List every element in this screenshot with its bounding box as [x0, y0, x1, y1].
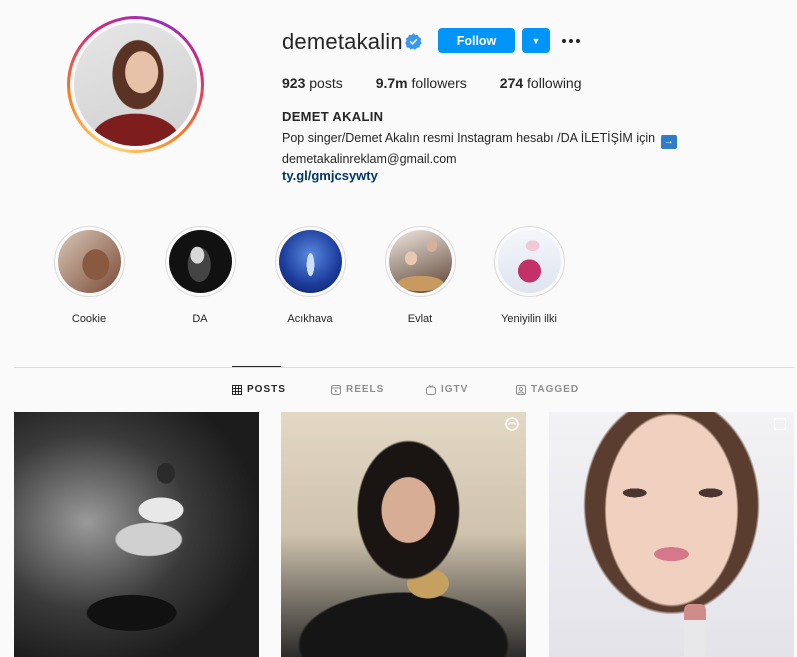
- reels-icon: [331, 384, 341, 395]
- tab-posts[interactable]: POSTS: [232, 384, 286, 395]
- followers-stat[interactable]: 9.7m followers: [376, 75, 467, 91]
- right-arrow-emoji-icon: →: [660, 135, 677, 149]
- profile-bio: Pop singer/Demet Akalın resmi Instagram …: [282, 128, 677, 169]
- reel-indicator-icon: [505, 417, 519, 431]
- posts-stat: 923 posts: [282, 75, 343, 91]
- highlight-da[interactable]: DA: [160, 226, 240, 325]
- posts-count: 923: [282, 75, 306, 91]
- follow-button[interactable]: Follow: [438, 28, 515, 53]
- highlight-cover: [57, 230, 121, 293]
- bio-email: demetakalinreklam@gmail.com: [282, 152, 457, 166]
- highlight-label: Yeniyilin ilki: [501, 313, 557, 325]
- more-options-button[interactable]: [560, 31, 582, 51]
- carousel-indicator-icon: [773, 417, 787, 431]
- tab-label: TAGGED: [531, 384, 580, 395]
- profile-website-link[interactable]: ty.gl/gmjcsywty: [282, 168, 378, 183]
- highlight-evlat[interactable]: Evlat: [380, 226, 460, 325]
- profile-full-name: DEMET AKALIN: [282, 109, 384, 124]
- tab-label: REELS: [346, 384, 385, 395]
- highlight-label: DA: [192, 313, 208, 325]
- tab-reels[interactable]: REELS: [331, 384, 384, 395]
- followers-count: 9.7m: [375, 75, 408, 91]
- post-tile[interactable]: [281, 412, 526, 657]
- highlight-label: Evlat: [407, 313, 433, 325]
- profile-stats: 923 posts 9.7m followers 274 following: [282, 75, 615, 91]
- highlight-label: Acıkhava: [287, 313, 333, 325]
- highlight-ring: [164, 226, 236, 297]
- profile-username: demetakalin: [282, 29, 403, 54]
- tabs-divider: [14, 367, 794, 368]
- more-dot: [576, 39, 580, 43]
- followers-label: followers: [411, 75, 467, 91]
- more-dot: [569, 39, 573, 43]
- highlight-cover: [497, 230, 561, 293]
- tab-label: POSTS: [247, 384, 286, 395]
- tab-tagged[interactable]: TAGGED: [516, 384, 579, 395]
- profile-avatar[interactable]: [67, 16, 204, 153]
- post-tile[interactable]: [14, 412, 259, 657]
- highlight-ring: [274, 226, 346, 297]
- grid-icon: [232, 384, 242, 395]
- active-tab-indicator: [232, 366, 281, 367]
- highlight-cover: [168, 230, 232, 293]
- suggested-dropdown-button[interactable]: ▼: [522, 28, 550, 53]
- igtv-icon: [426, 384, 436, 395]
- highlight-ring: [53, 226, 125, 297]
- avatar-border: [70, 19, 201, 150]
- highlight-label: Cookie: [71, 313, 107, 325]
- posts-label: posts: [309, 75, 343, 91]
- following-stat[interactable]: 274 following: [500, 75, 582, 91]
- chevron-down-icon: ▼: [531, 35, 541, 46]
- tab-igtv[interactable]: IGTV: [426, 384, 468, 395]
- post-tile[interactable]: [549, 412, 794, 657]
- tab-label: IGTV: [441, 384, 469, 395]
- highlight-cover: [388, 230, 452, 293]
- highlight-acikhava[interactable]: Acıkhava: [270, 226, 350, 325]
- highlight-yeniyilin-ilki[interactable]: Yeniyilin ilki: [489, 226, 569, 325]
- highlight-ring: [384, 226, 456, 297]
- more-dot: [562, 39, 566, 43]
- verified-badge-icon: [405, 33, 422, 50]
- bio-text: Pop singer/Demet Akalın resmi Instagram …: [282, 131, 656, 145]
- lipstick-detail: [684, 604, 706, 657]
- highlight-cover: [278, 230, 342, 293]
- following-count: 274: [499, 75, 524, 91]
- following-label: following: [527, 75, 582, 91]
- highlight-ring: [493, 226, 565, 297]
- highlight-cookie[interactable]: Cookie: [49, 226, 129, 325]
- tagged-icon: [516, 384, 526, 395]
- bio-line: Pop singer/Demet Akalın resmi Instagram …: [282, 128, 677, 149]
- avatar-photo: [74, 23, 197, 146]
